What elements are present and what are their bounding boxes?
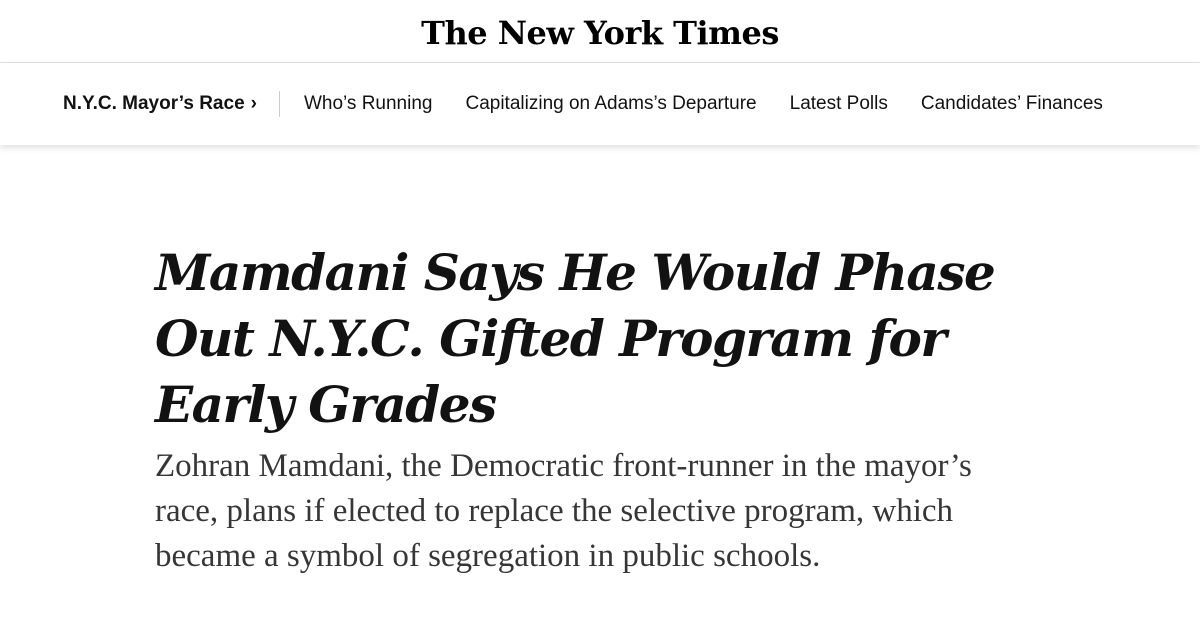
article-summary: Zohran Mamdani, the Democratic front-run… (155, 448, 972, 574)
subnav-inner: N.Y.C. Mayor’s Race › Who’s Running Capi… (63, 63, 1103, 145)
article-header: Mamdani Says He Would Phase Out N.Y.C. G… (155, 240, 1035, 579)
masthead: The New York Times (0, 0, 1200, 63)
section-link-nyc-mayors-race[interactable]: N.Y.C. Mayor’s Race › (63, 93, 257, 115)
section-label: N.Y.C. Mayor’s Race (63, 93, 245, 114)
subnav-link-adams-departure[interactable]: Capitalizing on Adams’s Departure (465, 93, 756, 115)
nyt-logo[interactable]: The New York Times (421, 14, 779, 52)
subnav-link-candidates-finances[interactable]: Candidates’ Finances (921, 93, 1103, 115)
article-headline: Mamdani Says He Would Phase Out N.Y.C. G… (155, 243, 996, 434)
section-subnav: N.Y.C. Mayor’s Race › Who’s Running Capi… (0, 63, 1200, 145)
subnav-links: Who’s Running Capitalizing on Adams’s De… (304, 93, 1103, 115)
subnav-link-latest-polls[interactable]: Latest Polls (790, 93, 888, 115)
subnav-divider (278, 91, 280, 117)
subnav-link-whos-running[interactable]: Who’s Running (304, 93, 433, 115)
chevron-right-icon: › (250, 93, 257, 114)
